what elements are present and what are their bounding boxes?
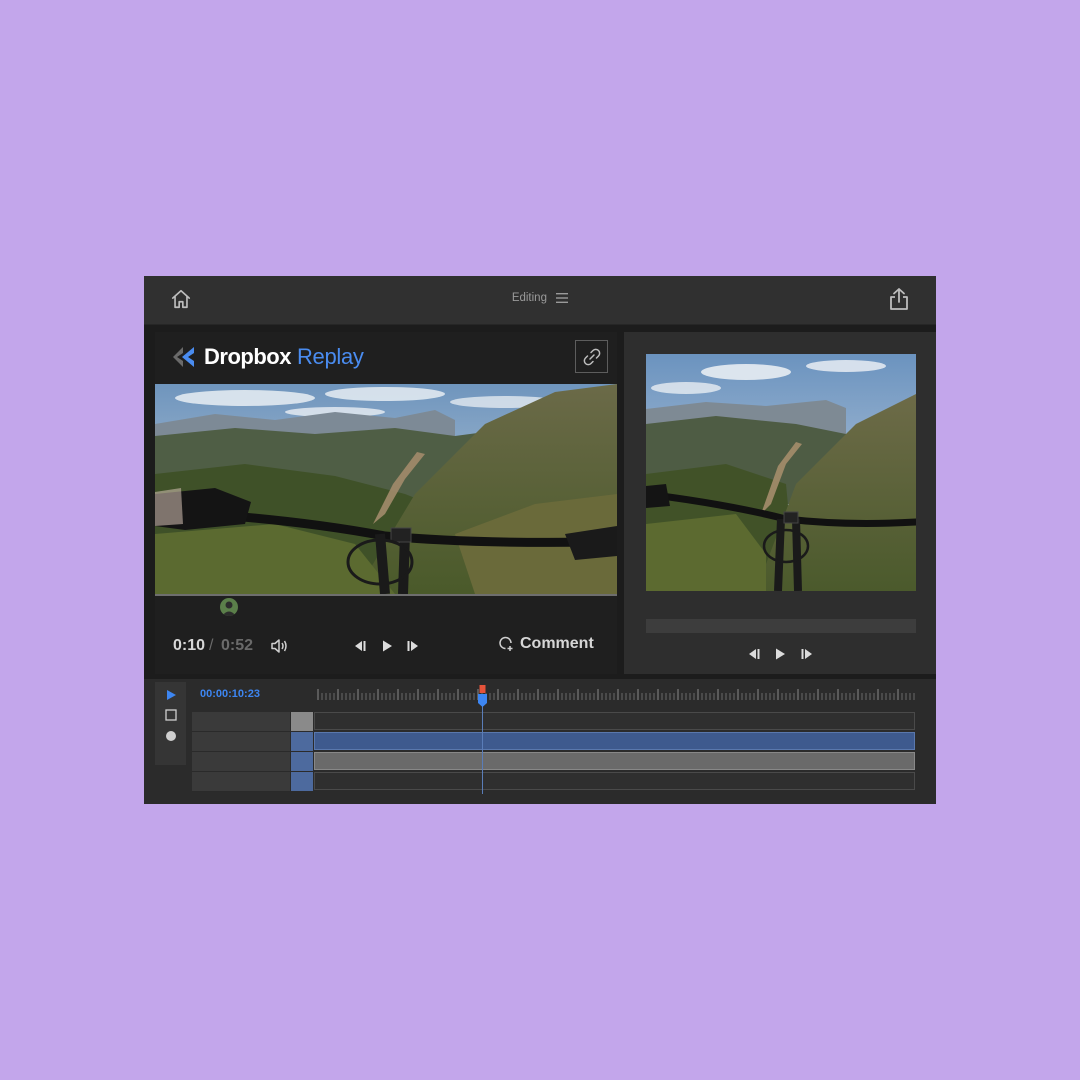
playhead-line xyxy=(482,704,483,794)
app-window: Editing Dropbox Replay 0:10 / 0:52 Comme… xyxy=(144,276,936,804)
share-icon[interactable] xyxy=(888,287,910,311)
brand-product: Replay xyxy=(296,344,364,369)
step-back-icon[interactable] xyxy=(352,638,368,654)
time-separator: / xyxy=(209,637,214,654)
video-frame[interactable] xyxy=(155,384,617,594)
track-lane[interactable] xyxy=(314,712,915,730)
play-tool-icon[interactable] xyxy=(165,689,177,701)
top-bar: Editing xyxy=(144,276,936,325)
track-header[interactable] xyxy=(192,752,290,772)
volume-icon[interactable] xyxy=(270,638,288,654)
menu-icon xyxy=(556,292,569,303)
preview-panel xyxy=(624,332,936,674)
track-thumb[interactable] xyxy=(291,772,313,791)
copy-link-button[interactable] xyxy=(575,340,608,373)
timeline: 00:00:10:23 xyxy=(144,679,936,804)
track-thumb[interactable] xyxy=(291,732,313,751)
step-forward-icon[interactable] xyxy=(405,638,421,654)
comment-button[interactable]: Comment xyxy=(498,635,594,653)
video-player: Dropbox Replay 0:10 / 0:52 Comment xyxy=(155,332,617,674)
audio-clip[interactable] xyxy=(314,752,915,770)
playhead-handle[interactable] xyxy=(478,685,487,707)
preview-step-back-icon[interactable] xyxy=(746,646,762,662)
avatar-icon xyxy=(222,601,236,616)
circle-tool-icon[interactable] xyxy=(165,730,177,742)
mode-selector[interactable]: Editing xyxy=(144,292,936,304)
track-thumb[interactable] xyxy=(291,752,313,771)
mode-label: Editing xyxy=(511,292,547,304)
dropbox-replay-logo-icon xyxy=(173,347,194,367)
track-thumb[interactable] xyxy=(291,712,313,731)
video-clip[interactable] xyxy=(314,732,915,750)
playback-progress[interactable] xyxy=(155,594,617,596)
brand-logo: Dropbox Replay xyxy=(172,344,364,370)
player-controls: 0:10 / 0:52 Comment xyxy=(155,632,617,660)
track-header[interactable] xyxy=(192,732,290,752)
preview-step-forward-icon[interactable] xyxy=(799,646,815,662)
total-duration: 0:52 xyxy=(221,637,254,654)
comment-label: Comment xyxy=(520,635,594,652)
preview-scrubber[interactable] xyxy=(646,619,916,633)
link-icon xyxy=(583,348,600,365)
track-header[interactable] xyxy=(192,712,290,732)
play-icon[interactable] xyxy=(379,638,395,654)
preview-frame[interactable] xyxy=(646,354,916,591)
track-lane[interactable] xyxy=(314,772,915,790)
commenter-avatar[interactable] xyxy=(220,598,238,616)
track-header[interactable] xyxy=(192,772,290,792)
square-tool-icon[interactable] xyxy=(165,709,177,721)
add-comment-icon xyxy=(499,636,513,651)
current-time: 0:10 xyxy=(173,637,206,654)
timeline-tools xyxy=(155,682,186,765)
timeline-timecode: 00:00:10:23 xyxy=(200,688,260,700)
timeline-ruler[interactable] xyxy=(317,688,915,702)
timeline-tracks xyxy=(192,712,916,792)
brand-name: Dropbox xyxy=(204,344,291,369)
preview-play-icon[interactable] xyxy=(772,646,788,662)
